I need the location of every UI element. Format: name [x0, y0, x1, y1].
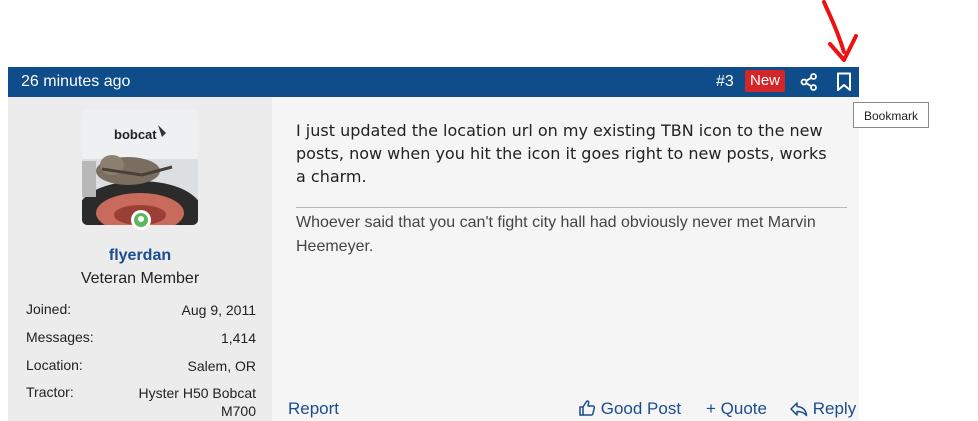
- forum-post: 26 minutes ago #3 New bobcat flyerdan Ve…: [8, 67, 859, 421]
- share-icon[interactable]: [800, 73, 818, 91]
- report-link[interactable]: Report: [288, 399, 339, 419]
- message-pane: I just updated the location url on my ex…: [272, 97, 859, 421]
- post-header: 26 minutes ago #3 New: [8, 67, 859, 97]
- quote-label: + Quote: [706, 399, 767, 418]
- username-link[interactable]: flyerdan: [8, 247, 272, 265]
- signature: Whoever said that you can't fight city h…: [296, 214, 816, 255]
- stat-label: Joined:: [26, 301, 72, 317]
- stat-value: Aug 9, 2011: [181, 302, 256, 318]
- new-badge: New: [745, 70, 786, 92]
- thumbs-up-icon: [579, 400, 596, 416]
- avatar[interactable]: bobcat: [82, 109, 198, 225]
- signature-divider: [296, 207, 847, 208]
- online-status-icon: [131, 210, 151, 230]
- message-body: I just updated the location url on my ex…: [296, 121, 827, 186]
- user-info-pane: bobcat flyerdan Veteran Member Joined: A…: [8, 97, 272, 421]
- user-title: Veteran Member: [80, 270, 200, 287]
- bookmark-icon[interactable]: [835, 72, 853, 92]
- red-arrow-annotation-icon: [822, 0, 858, 62]
- stat-label: Tractor:: [26, 384, 74, 400]
- stat-value: Hyster H50 Bobcat M700: [138, 385, 257, 419]
- avatar-logo: bobcat: [114, 127, 157, 142]
- reply-label: Reply: [812, 399, 857, 418]
- stat-label: Location:: [26, 357, 83, 373]
- bookmark-tooltip: Bookmark: [853, 102, 929, 128]
- reply-icon: [790, 402, 808, 417]
- post-number-link[interactable]: #3: [716, 73, 734, 91]
- reply-button[interactable]: Reply: [789, 399, 856, 419]
- good-post-label: Good Post: [600, 399, 682, 418]
- quote-button[interactable]: + Quote: [706, 399, 767, 419]
- stat-value: Salem, OR: [187, 358, 256, 374]
- post-timestamp[interactable]: 26 minutes ago: [21, 73, 130, 91]
- stat-label: Messages:: [26, 329, 94, 345]
- good-post-button[interactable]: Good Post: [578, 399, 681, 419]
- stat-value: 1,414: [220, 330, 256, 346]
- avatar-image: bobcat: [82, 109, 198, 225]
